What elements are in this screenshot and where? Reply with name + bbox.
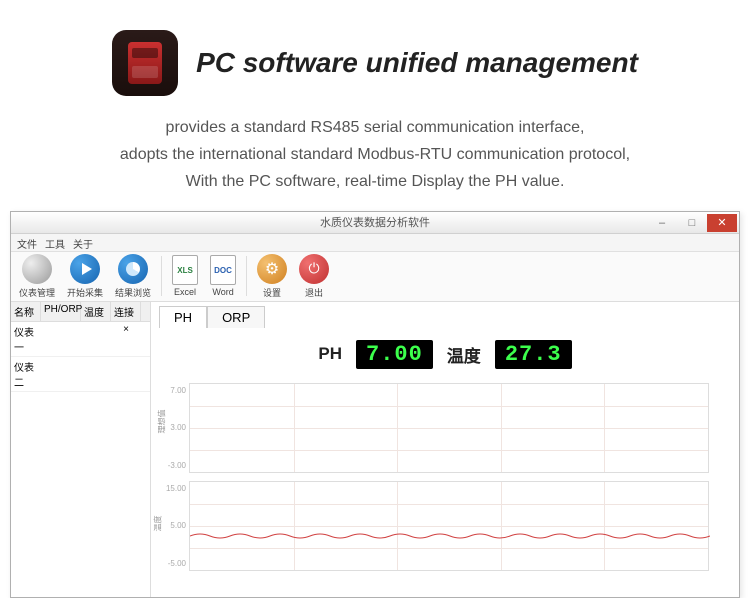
- col-temp[interactable]: 温度: [81, 302, 111, 321]
- y-axis-ticks: 7.00 3.00 -3.00: [162, 384, 188, 472]
- col-conn[interactable]: 连接: [111, 302, 141, 321]
- tool-label: Word: [212, 287, 233, 297]
- toolbar: 仪表管理 开始采集 结果浏览 XLS Excel DOC Word ⚙ 设置 ⏻…: [11, 252, 739, 302]
- tab-orp[interactable]: ORP: [207, 306, 265, 328]
- tool-label: 结果浏览: [115, 286, 151, 299]
- word-icon: DOC: [210, 255, 236, 285]
- cell-name: 仪表一: [11, 322, 41, 356]
- tool-label: 仪表管理: [19, 286, 55, 299]
- menubar: 文件 工具 关于: [11, 234, 739, 252]
- app-icon: [112, 30, 178, 96]
- tool-label: Excel: [174, 287, 196, 297]
- separator: [246, 256, 247, 296]
- exit-button[interactable]: ⏻ 退出: [295, 252, 333, 301]
- app-window: 水质仪表数据分析软件 ‒ □ ✕ 文件 工具 关于 仪表管理 开始采集 结果浏览…: [10, 211, 740, 598]
- menu-tools[interactable]: 工具: [45, 236, 65, 249]
- instrument-list: 名称 PH/ORP 温度 连接 仪表一 × 仪表二: [11, 302, 151, 597]
- menu-about[interactable]: 关于: [73, 236, 93, 249]
- window-title: 水质仪表数据分析软件: [320, 214, 430, 230]
- tool-label: 设置: [263, 286, 281, 299]
- col-phorp[interactable]: PH/ORP: [41, 302, 81, 321]
- settings-icon: ⚙: [257, 254, 287, 284]
- window-close-button[interactable]: ✕: [707, 214, 737, 232]
- window-titlebar[interactable]: 水质仪表数据分析软件 ‒ □ ✕: [11, 212, 739, 234]
- menu-file[interactable]: 文件: [17, 236, 37, 249]
- chart-icon: [118, 254, 148, 284]
- page-title: PC software unified management: [196, 47, 638, 79]
- tool-label: 退出: [305, 286, 323, 299]
- play-icon: [70, 254, 100, 284]
- temp-chart: 温度 15.00 5.00 -5.00: [189, 481, 709, 571]
- gear-icon: [22, 254, 52, 284]
- window-minimize-button[interactable]: ‒: [647, 214, 677, 232]
- list-header: 名称 PH/ORP 温度 连接: [11, 302, 150, 322]
- window-maximize-button[interactable]: □: [677, 214, 707, 232]
- start-collect-button[interactable]: 开始采集: [63, 252, 107, 301]
- temp-value: 27.3: [495, 340, 572, 369]
- excel-icon: XLS: [172, 255, 198, 285]
- desc-line-1: provides a standard RS485 serial communi…: [20, 114, 730, 141]
- desc-line-2: adopts the international standard Modbus…: [20, 141, 730, 168]
- exit-icon: ⏻: [299, 254, 329, 284]
- separator: [161, 256, 162, 296]
- tab-ph[interactable]: PH: [159, 306, 207, 328]
- settings-button[interactable]: ⚙ 设置: [253, 252, 291, 301]
- y-axis-ticks: 15.00 5.00 -5.00: [162, 482, 188, 570]
- export-word-button[interactable]: DOC Word: [206, 253, 240, 299]
- cell-name: 仪表二: [11, 357, 41, 391]
- cell-conn: ×: [111, 322, 141, 356]
- tool-label: 开始采集: [67, 286, 103, 299]
- list-item[interactable]: 仪表一 ×: [11, 322, 150, 357]
- desc-line-3: With the PC software, real-time Display …: [20, 168, 730, 195]
- ph-chart: 理想值 7.00 3.00 -3.00: [189, 383, 709, 473]
- temp-label: 温度: [447, 342, 481, 367]
- export-excel-button[interactable]: XLS Excel: [168, 253, 202, 299]
- col-name[interactable]: 名称: [11, 302, 41, 321]
- instrument-manage-button[interactable]: 仪表管理: [15, 252, 59, 301]
- ph-label: PH: [318, 344, 342, 364]
- main-panel: PH ORP PH 7.00 温度 27.3 理想值 7.00 3.00 -3.…: [151, 302, 739, 597]
- ph-value: 7.00: [356, 340, 433, 369]
- result-view-button[interactable]: 结果浏览: [111, 252, 155, 301]
- temp-line: [190, 530, 710, 542]
- list-item[interactable]: 仪表二: [11, 357, 150, 392]
